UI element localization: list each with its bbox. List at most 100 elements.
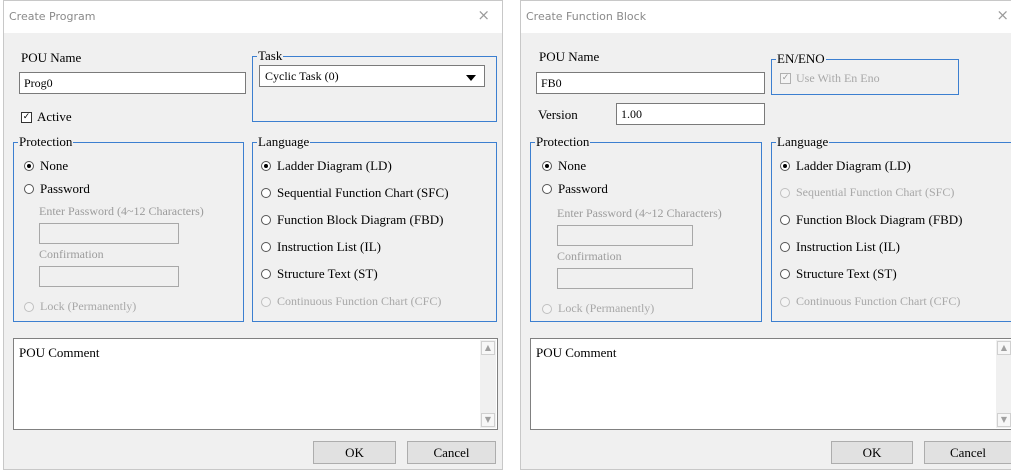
language-group: Language Ladder Diagram (LD) Sequential … [252,134,497,322]
task-dropdown[interactable]: Cyclic Task (0) [259,65,485,87]
scroll-down-icon[interactable]: ▼ [481,413,495,427]
language-ld-radio[interactable]: Ladder Diagram (LD) [261,158,392,174]
protection-lock-label: Lock (Permanently) [40,299,137,313]
radio-icon [780,187,790,198]
create-function-block-dialog: Create Function Block × POU Name FB0 Ver… [520,0,1011,470]
version-input[interactable]: 1.00 [616,103,765,125]
version-label: Version [538,107,578,122]
language-fbd-radio[interactable]: Function Block Diagram (FBD) [261,212,443,228]
language-ld-radio[interactable]: Ladder Diagram (LD) [780,158,911,174]
close-icon[interactable]: × [477,6,490,24]
pou-comment-input[interactable]: POU Comment ▲ ▼ [13,338,498,430]
language-sfc-label: Sequential Function Chart (SFC) [796,185,955,199]
password-input[interactable] [39,223,179,244]
active-checkbox-box[interactable]: ✓ [21,111,32,123]
radio-selected-icon[interactable] [542,161,552,171]
radio-icon [24,301,34,312]
radio-icon[interactable] [780,242,790,252]
checkbox-icon: ✓ [780,73,791,84]
radio-icon[interactable] [24,184,34,194]
title-bar: Create Program × [4,1,502,33]
language-st-radio[interactable]: Structure Text (ST) [261,266,378,282]
protection-group: Protection None Password Enter Password … [13,134,244,322]
radio-icon[interactable] [780,269,790,279]
radio-icon [261,296,271,307]
confirmation-input[interactable] [39,266,179,287]
radio-icon[interactable] [261,188,271,198]
close-icon[interactable]: × [996,6,1009,24]
language-st-label: Structure Text (ST) [796,266,897,281]
cancel-button[interactable]: Cancel [924,441,1011,464]
pou-comment-input[interactable]: POU Comment ▲ ▼ [530,338,1011,430]
active-checkbox[interactable]: ✓ Active [21,109,72,125]
radio-icon[interactable] [261,242,271,252]
create-program-dialog: Create Program × POU Name Prog0 ✓ Active… [3,0,503,470]
pou-name-input[interactable]: Prog0 [19,72,246,94]
scrollbar[interactable]: ▲ ▼ [480,340,496,428]
language-group-title: Language [776,134,830,150]
language-ld-label: Ladder Diagram (LD) [796,158,911,173]
task-dropdown-value: Cyclic Task (0) [265,69,339,83]
confirmation-label: Confirmation [557,249,622,263]
protection-password-label: Password [558,181,608,196]
protection-group: Protection None Password Enter Password … [530,134,762,322]
use-with-en-eno-checkbox: ✓ Use With En Eno [780,71,880,86]
radio-selected-icon[interactable] [261,161,271,171]
enter-password-label: Enter Password (4~12 Characters) [557,206,722,220]
scrollbar[interactable]: ▲ ▼ [996,340,1011,428]
language-cfc-radio: Continuous Function Chart (CFC) [780,294,960,309]
protection-lock-radio: Lock (Permanently) [24,299,136,314]
scroll-down-icon[interactable]: ▼ [997,413,1011,427]
password-input[interactable] [557,225,693,246]
scroll-up-icon[interactable]: ▲ [997,341,1011,355]
radio-icon[interactable] [261,215,271,225]
language-st-label: Structure Text (ST) [277,266,378,281]
pou-name-input[interactable]: FB0 [536,72,765,94]
active-label: Active [37,109,72,124]
language-st-radio[interactable]: Structure Text (ST) [780,266,897,282]
protection-lock-radio: Lock (Permanently) [542,301,654,316]
language-group-title: Language [257,134,311,150]
pou-comment-label: POU Comment [536,345,617,360]
language-group: Language Ladder Diagram (LD) Sequential … [771,134,1011,322]
language-fbd-label: Function Block Diagram (FBD) [277,212,444,227]
dropdown-arrow-icon[interactable] [466,75,476,81]
pou-name-label: POU Name [539,49,600,64]
protection-password-radio[interactable]: Password [24,181,90,197]
radio-icon [780,296,790,307]
en-eno-group: EN/ENO ✓ Use With En Eno [771,51,959,95]
protection-password-label: Password [40,181,90,196]
language-fbd-label: Function Block Diagram (FBD) [796,212,963,227]
language-fbd-radio[interactable]: Function Block Diagram (FBD) [780,212,962,228]
protection-none-radio[interactable]: None [542,158,586,174]
title-bar: Create Function Block × [521,1,1011,33]
confirmation-input[interactable] [557,268,693,289]
ok-button[interactable]: OK [313,441,396,464]
language-sfc-radio[interactable]: Sequential Function Chart (SFC) [261,185,449,201]
language-sfc-radio: Sequential Function Chart (SFC) [780,185,954,200]
radio-icon[interactable] [542,184,552,194]
language-il-label: Instruction List (IL) [277,239,381,254]
radio-selected-icon[interactable] [24,161,34,171]
dialog-title: Create Program [9,10,96,23]
protection-none-label: None [558,158,587,173]
radio-icon[interactable] [261,269,271,279]
radio-icon[interactable] [780,215,790,225]
task-group-title: Task [257,48,284,64]
protection-password-radio[interactable]: Password [542,181,608,197]
protection-group-title: Protection [18,134,74,150]
radio-selected-icon[interactable] [780,161,790,171]
scroll-up-icon[interactable]: ▲ [481,341,495,355]
radio-icon [542,303,552,314]
language-il-label: Instruction List (IL) [796,239,900,254]
ok-button[interactable]: OK [831,441,913,464]
use-with-en-eno-label: Use With En Eno [796,71,880,85]
dialog-title: Create Function Block [526,10,647,23]
language-il-radio[interactable]: Instruction List (IL) [261,239,381,255]
language-sfc-label: Sequential Function Chart (SFC) [277,185,449,200]
cancel-button[interactable]: Cancel [407,441,496,464]
pou-comment-label: POU Comment [19,345,100,360]
language-il-radio[interactable]: Instruction List (IL) [780,239,900,255]
confirmation-label: Confirmation [39,247,104,261]
protection-none-radio[interactable]: None [24,158,68,174]
